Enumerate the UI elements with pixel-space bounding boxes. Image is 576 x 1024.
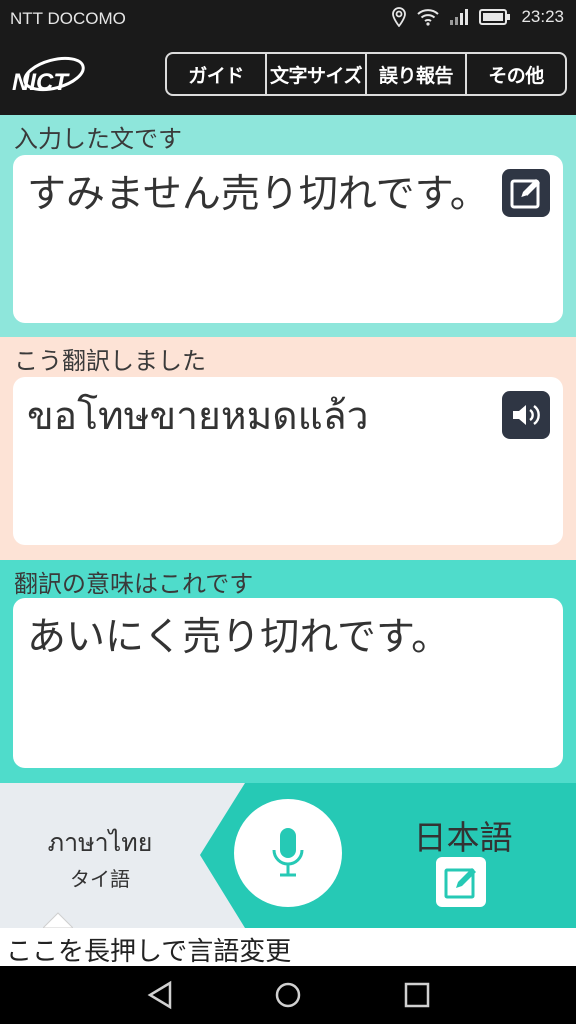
- menu-guide-button[interactable]: ガイド: [167, 54, 267, 94]
- edit-input-button[interactable]: [502, 169, 550, 217]
- logo-text: NICT: [12, 69, 70, 96]
- translation-section-label: こう翻訳しました: [14, 347, 206, 375]
- status-time: 23:23: [521, 7, 564, 26]
- carrier-name: NTT DOCOMO: [10, 9, 126, 28]
- input-text: すみません売り切れです。: [27, 172, 489, 217]
- source-language-native: ภาษาไทย: [47, 828, 153, 857]
- app-bar: NICT ガイド 文字サイズ 誤り報告 その他: [0, 38, 576, 115]
- battery-icon: [479, 9, 511, 25]
- language-bar: ภาษาไทย タイ語 日本語: [0, 783, 576, 928]
- navigation-bar: [0, 966, 576, 1024]
- signal-icon: [450, 9, 469, 25]
- back-icon[interactable]: [146, 980, 176, 1010]
- speaker-icon: [513, 405, 540, 425]
- input-section-label: 入力した文です: [14, 125, 182, 153]
- recents-icon[interactable]: [402, 980, 432, 1010]
- input-card[interactable]: すみません売り切れです。: [13, 155, 563, 323]
- backtranslation-card: あいにく売り切れです。: [13, 598, 563, 768]
- backtranslation-text: あいにく売り切れです。: [27, 615, 451, 660]
- backtranslation-section-label: 翻訳の意味はこれです: [14, 570, 254, 598]
- language-change-hint: ここを長押しで言語変更: [0, 928, 576, 967]
- source-language-japanese: タイ語: [70, 867, 130, 891]
- home-icon[interactable]: [273, 980, 303, 1010]
- input-section: 入力した文です すみません売り切れです。: [0, 115, 576, 337]
- translation-section: こう翻訳しました ขอโทษขายหมดแล้ว: [0, 337, 576, 560]
- menu-error-report-button[interactable]: 誤り報告: [367, 54, 467, 94]
- nict-logo: NICT: [10, 52, 90, 102]
- status-bar: NTT DOCOMO 23:23: [0, 0, 576, 38]
- translation-text: ขอโทษขายหมดแล้ว: [27, 394, 369, 439]
- translation-card: ขอโทษขายหมดแล้ว: [13, 377, 563, 545]
- backtranslation-section: 翻訳の意味はこれです あいにく売り切れです。: [0, 560, 576, 783]
- hint-text: ここを長押しで言語変更: [6, 937, 292, 967]
- wifi-icon: [417, 9, 440, 26]
- edit-icon: [510, 179, 540, 209]
- menu-font-size-button[interactable]: 文字サイズ: [267, 54, 367, 94]
- microphone-button[interactable]: [234, 799, 342, 907]
- selector-pointer-icon: [43, 912, 73, 928]
- location-icon: [392, 7, 407, 27]
- microphone-icon: [272, 828, 304, 877]
- play-audio-button[interactable]: [502, 391, 550, 439]
- menu-other-button[interactable]: その他: [467, 54, 565, 94]
- text-input-button[interactable]: [436, 857, 486, 907]
- source-language-selector[interactable]: ภาษาไทย タイ語: [0, 783, 250, 928]
- top-menu: ガイド 文字サイズ 誤り報告 その他: [165, 52, 567, 96]
- edit-icon: [444, 868, 476, 899]
- target-language-label[interactable]: 日本語: [380, 811, 546, 859]
